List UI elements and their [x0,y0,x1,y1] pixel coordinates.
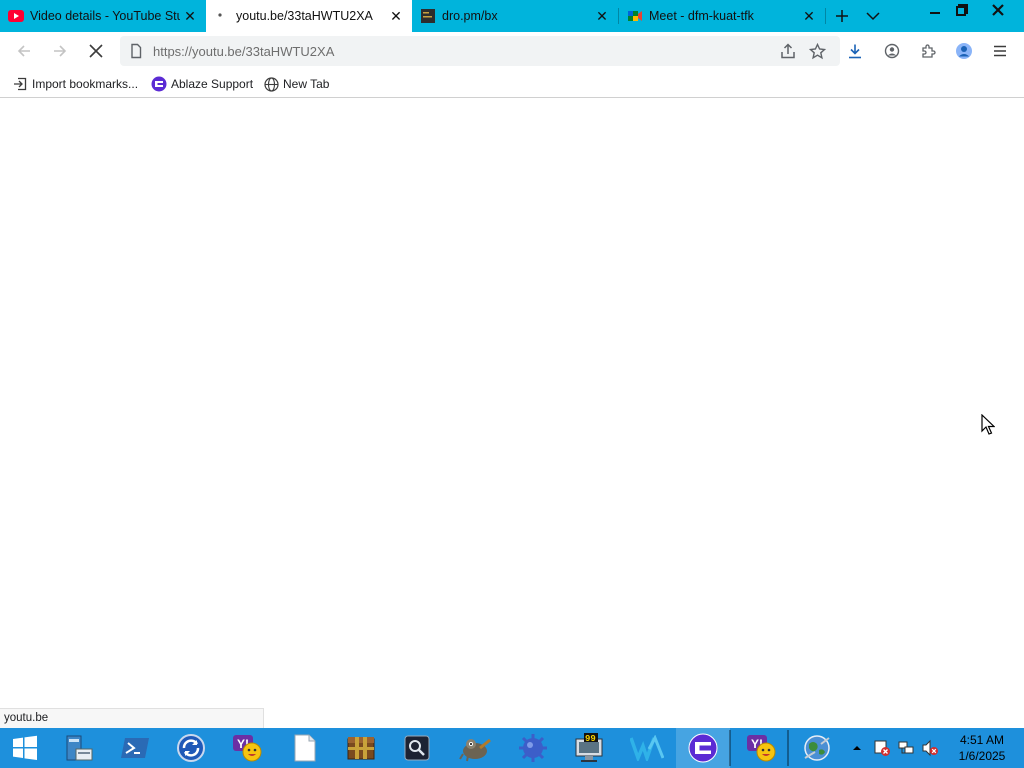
bookmark-star-icon[interactable] [803,37,831,65]
powershell-icon[interactable] [108,728,162,768]
system-clock[interactable]: 4:51 AM 1/6/2025 [950,732,1014,764]
app-menu-icon[interactable] [986,37,1014,65]
minimize-icon[interactable] [920,0,950,20]
taskbar-separator [787,730,789,766]
tab-strip: Video details - YouTube Studio ✕ youtu.b… [0,0,1024,32]
account-icon[interactable] [878,37,906,65]
tab-title: dro.pm/bx [442,9,498,23]
download-icon[interactable] [841,37,869,65]
close-icon[interactable]: ✕ [180,6,200,26]
gimp-icon[interactable] [448,728,502,768]
start-icon[interactable] [0,728,50,768]
ablaze-browser-icon[interactable] [676,728,730,768]
blank-file-icon[interactable] [278,728,332,768]
bookmarks-bar: Import bookmarks... Ablaze Support New T… [0,70,1024,98]
restore-icon[interactable] [947,0,977,20]
tab-youtube-studio[interactable]: Video details - YouTube Studio ✕ [0,0,206,32]
sync-icon[interactable] [164,728,218,768]
yahoo-messenger-icon[interactable]: Y! [734,728,788,768]
taskbar-separator [729,730,731,766]
tab-meet[interactable]: Meet - dfm-kuat-tfk ✕ [619,0,825,32]
address-bar[interactable]: https://youtu.be/33taHWTU2XA [120,36,840,66]
share-icon[interactable] [774,37,802,65]
w-logo-icon[interactable] [620,728,674,768]
bookmark-label: Ablaze Support [171,77,254,91]
tab-youtu-be[interactable]: youtu.be/33taHWTU2XA ✕ [206,0,412,32]
network-status-icon[interactable] [894,728,918,768]
taskbar: Y! 99 Y! 4:51 AM 1/6/2025 [0,728,1024,768]
tab-title: Video details - YouTube Studio [30,9,180,23]
close-icon[interactable]: ✕ [592,6,612,26]
volume-muted-icon[interactable] [918,728,942,768]
clock-date: 1/6/2025 [958,749,1006,763]
bookmark-import[interactable]: Import bookmarks... [12,75,138,93]
tab-title: youtu.be/33taHWTU2XA [236,9,373,23]
bookmark-label: New Tab [283,77,330,91]
tab-separator [825,8,826,24]
archive-box-icon[interactable] [334,728,388,768]
network-globe-icon[interactable] [790,728,844,768]
bookmark-ablaze-support[interactable]: Ablaze Support [151,75,253,93]
page-content[interactable] [0,98,1024,728]
bookmark-new-tab[interactable]: New Tab [263,75,329,93]
clock-time: 4:51 AM [959,733,1005,747]
tab-title: Meet - dfm-kuat-tfk [649,9,754,23]
status-bubble: youtu.be [0,708,264,728]
new-tab-plus-icon[interactable] [828,4,856,28]
window-close-icon[interactable] [983,0,1013,20]
url-text[interactable]: https://youtu.be/33taHWTU2XA [153,44,334,59]
yahoo-messenger-icon[interactable]: Y! [220,728,274,768]
browser-window: Video details - YouTube Studio ✕ youtu.b… [0,0,1024,728]
back-arrow-icon[interactable] [10,37,38,65]
youtube-icon [8,8,24,24]
mouse-cursor-icon [981,414,995,435]
loading-dot-icon [214,8,230,24]
import-icon [12,76,28,92]
security-alert-icon[interactable] [870,728,894,768]
forward-arrow-icon[interactable] [46,37,74,65]
svg-text:99: 99 [585,734,596,744]
bookmark-label: Import bookmarks... [32,77,139,91]
page-info-icon[interactable] [128,43,144,59]
tab-list-chevron-icon[interactable] [859,4,887,28]
stop-loading-icon[interactable] [82,37,110,65]
toolbar: https://youtu.be/33taHWTU2XA [0,32,1024,70]
ablaze-icon [151,76,167,92]
extensions-puzzle-icon[interactable] [914,37,942,65]
media-player-icon[interactable] [390,728,444,768]
profile-avatar-icon[interactable] [950,37,978,65]
server-manager-icon[interactable] [52,728,106,768]
tab-dro-pm[interactable]: dro.pm/bx ✕ [412,0,618,32]
google-meet-icon [627,8,643,24]
monitor-99-icon[interactable]: 99 [562,728,616,768]
show-hidden-icons-chevron-icon[interactable] [848,728,866,768]
globe-icon [263,76,279,92]
dark-square-icon [420,8,436,24]
close-icon[interactable]: ✕ [386,6,406,26]
close-icon[interactable]: ✕ [799,6,819,26]
gear-ball-icon[interactable] [506,728,560,768]
